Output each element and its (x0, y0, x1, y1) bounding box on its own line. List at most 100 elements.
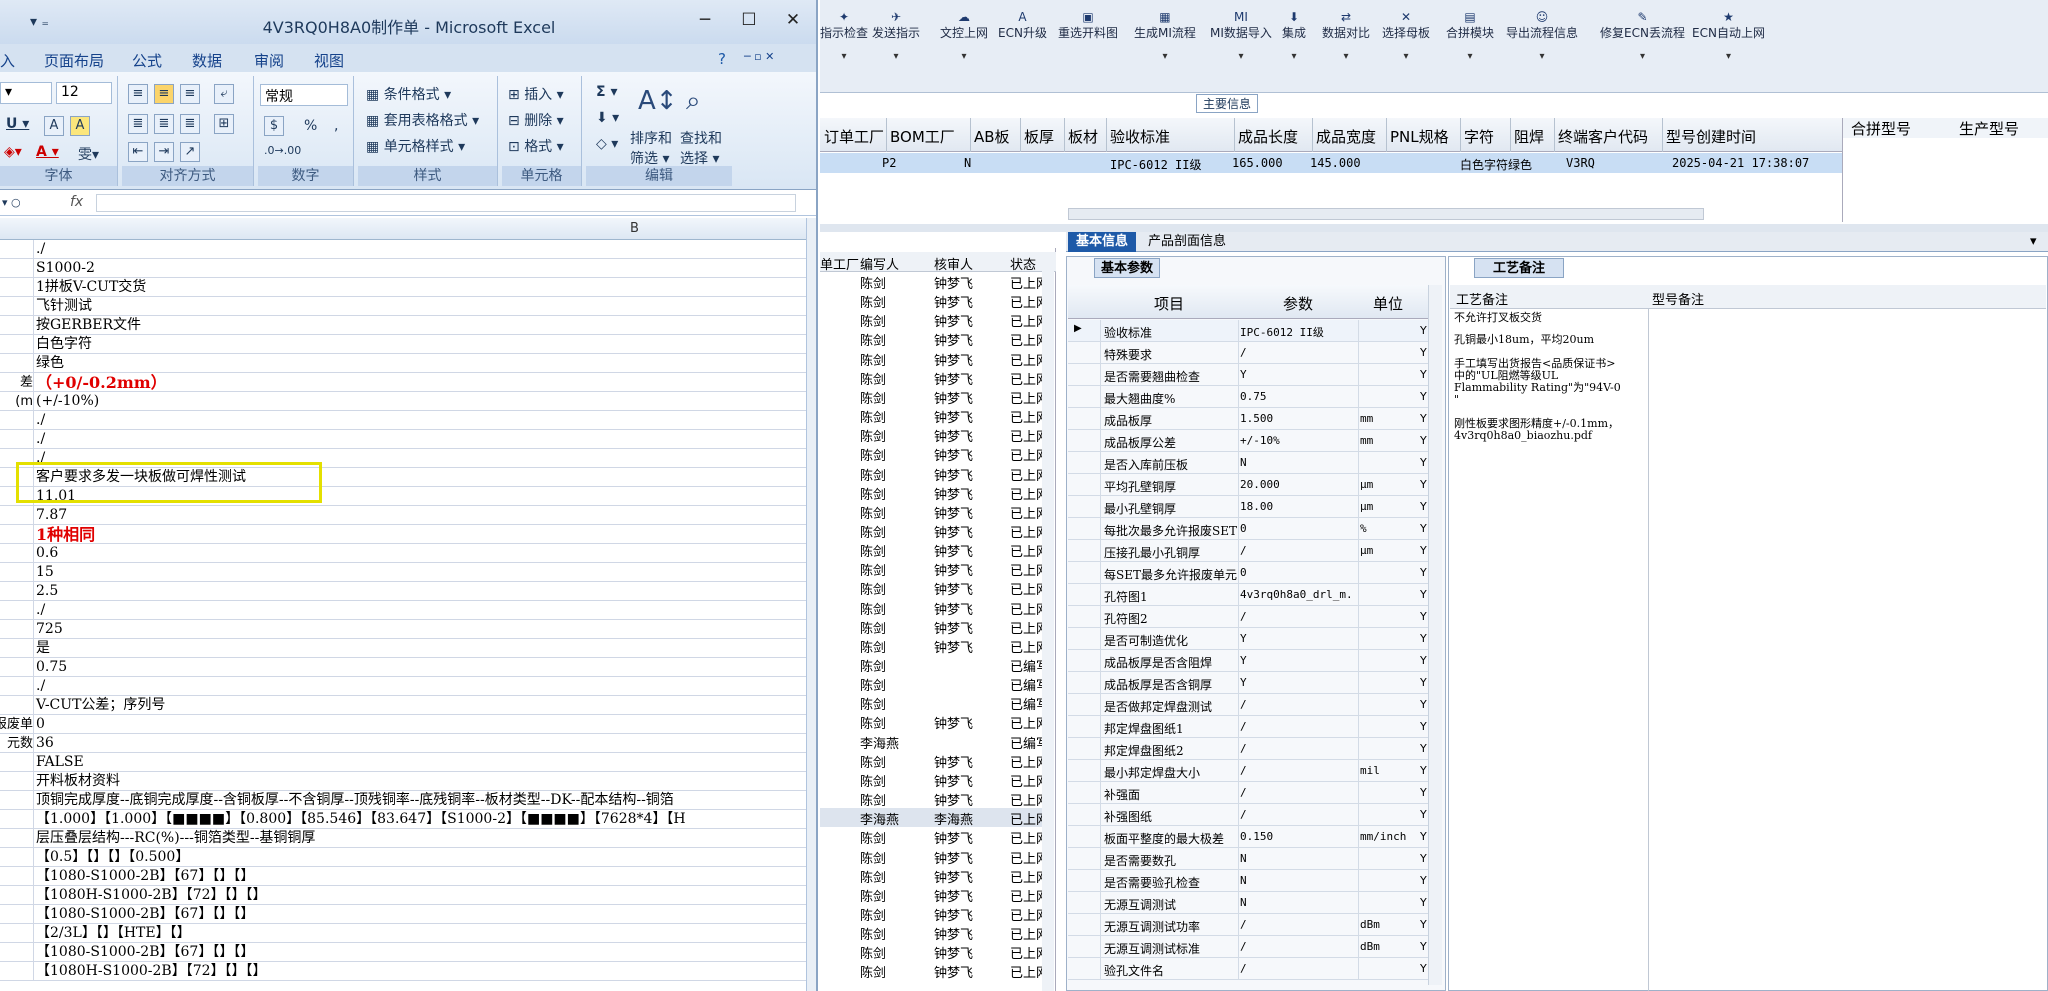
cell-a[interactable] (0, 582, 34, 601)
cell-b[interactable]: V-CUT公差；序列号 (36, 696, 165, 715)
param-value[interactable]: / (1240, 918, 1350, 931)
tab-insert[interactable]: 入 (0, 50, 15, 71)
sheet-row[interactable]: 【1080-S1000-2B】【67】【】【】 (0, 905, 806, 924)
cell-b[interactable]: 1种相同 (36, 525, 95, 544)
param-value[interactable]: Y (1240, 676, 1350, 689)
param-row[interactable]: 是否做邦定焊盘测试 / Y (1068, 694, 1428, 716)
main-value-cell[interactable]: V3RQ (1566, 156, 1595, 170)
list-item[interactable]: 陈剑 钟梦飞 已上网 (820, 464, 1044, 484)
param-row[interactable]: 成品板厚公差 +/-10% mm Y (1068, 430, 1428, 452)
sheet-row[interactable]: S1000-2 (0, 259, 806, 278)
dropdown-arrow-icon[interactable]: ▾ (820, 51, 868, 62)
list-item[interactable]: 陈剑 钟梦飞 已上网 (820, 961, 1044, 981)
param-value[interactable]: 0.75 (1240, 390, 1350, 403)
increase-indent-icon[interactable]: ⇥ (154, 142, 174, 162)
param-row[interactable]: 无源互调测试 N Y (1068, 892, 1428, 914)
fill-color-icon[interactable]: ◈▾ (4, 144, 22, 160)
list-item[interactable]: 陈剑 钟梦飞 已上网 (820, 578, 1044, 598)
cell-a[interactable] (0, 525, 34, 544)
cell-a[interactable] (0, 354, 34, 373)
toolbar-button[interactable]: ✕ 选择母板 ▾ (1382, 10, 1430, 62)
sheet-row[interactable]: V-CUT公差；序列号 (0, 696, 806, 715)
cell-a[interactable] (0, 924, 34, 943)
grow-font-icon[interactable]: A (44, 116, 64, 136)
cell-b[interactable]: 【1080-S1000-2B】【67】【】【】 (36, 943, 254, 962)
param-value[interactable]: / (1240, 610, 1350, 623)
cell-b[interactable]: 【0.5】【】【】【0.500】 (36, 848, 189, 867)
cell-a[interactable] (0, 829, 34, 848)
param-value[interactable]: +/-10% (1240, 434, 1350, 447)
toolbar-button[interactable]: ★ ECN自动上网 ▾ (1692, 10, 1765, 62)
fx-icon[interactable]: fx (70, 194, 83, 210)
cell-b[interactable]: 1拼板V-CUT交货 (36, 278, 146, 297)
tab-section-info[interactable]: 产品剖面信息 (1140, 232, 1234, 252)
cell-b[interactable]: （+0/-0.2mm） (36, 373, 167, 392)
param-value[interactable]: N (1240, 874, 1350, 887)
list-item[interactable]: 陈剑 钟梦飞 已上网 (820, 406, 1044, 426)
formula-input[interactable] (96, 194, 796, 212)
cell-a[interactable] (0, 753, 34, 772)
param-row[interactable]: 成品板厚 1.500 mm Y (1068, 408, 1428, 430)
dropdown-arrow-icon[interactable]: ▾ (1210, 51, 1272, 62)
cell-a[interactable]: 元数 (0, 734, 34, 753)
sheet-row[interactable]: 【1080-S1000-2B】【67】【】【】 (0, 943, 806, 962)
main-header-cell[interactable]: BOM工厂 (890, 126, 955, 147)
list-item[interactable]: 陈剑 钟梦飞 已上网 (820, 329, 1044, 349)
toolbar-button[interactable]: ☁ 文控上网 ▾ (940, 10, 988, 62)
dropdown-arrow-icon[interactable]: ▾ (1382, 51, 1430, 62)
accounting-icon[interactable]: $ (264, 116, 284, 136)
sheet-row[interactable]: 0.6 (0, 544, 806, 563)
name-box-dropdown[interactable]: ▾ ○ (2, 196, 21, 209)
cell-b[interactable]: 【1.000】【1.000】【■■■■】【0.800】【85.546】【83.6… (36, 810, 686, 829)
column-b-header[interactable]: B (630, 221, 639, 236)
main-value-cell[interactable]: 绿色 (1508, 156, 1532, 173)
param-value[interactable]: 1.500 (1240, 412, 1350, 425)
param-value[interactable]: Y (1240, 632, 1350, 645)
toolbar-button[interactable]: ✈ 发送指示 ▾ (872, 10, 920, 62)
param-value[interactable]: N (1240, 852, 1350, 865)
sheet-row[interactable]: 报废单0 (0, 715, 806, 734)
param-row[interactable]: 每批次最多允许报废SET 0% Y (1068, 518, 1428, 540)
list-item[interactable]: 陈剑 钟梦飞 已上网 (820, 368, 1044, 388)
main-value-cell[interactable]: P2 (882, 156, 896, 170)
param-row[interactable]: 成品板厚是否含铜厚 Y Y (1068, 672, 1428, 694)
param-row[interactable]: 特殊要求 / Y (1068, 342, 1428, 364)
toolbar-button[interactable]: ✦ 指示检查 ▾ (820, 10, 868, 62)
sheet-row[interactable]: 白色字符 (0, 335, 806, 354)
fill-icon[interactable]: ⬇ ▾ (596, 110, 619, 126)
param-row[interactable]: 是否需要数孔 N Y (1068, 848, 1428, 870)
cell-a[interactable] (0, 962, 34, 981)
cell-a[interactable] (0, 810, 34, 829)
sheet-row[interactable]: 【0.5】【】【】【0.500】 (0, 848, 806, 867)
sheet-row[interactable]: ./ (0, 411, 806, 430)
sheet-row[interactable]: 是 (0, 639, 806, 658)
cell-a[interactable]: 差 (0, 373, 34, 392)
list-item[interactable]: 陈剑 钟梦飞 已上网 (820, 425, 1044, 445)
tab-view[interactable]: 视图 (314, 50, 344, 71)
cell-b[interactable]: 【1080H-S1000-2B】【72】【】【】 (36, 962, 267, 981)
dropdown-arrow-icon[interactable]: ▾ (1282, 51, 1306, 62)
help-icon[interactable]: ? (718, 50, 726, 68)
main-grid-row[interactable]: P2 N IPC-6012 II级 165.000 145.000 白色字符 绿色 V3RQ 2… (820, 153, 1842, 173)
param-value[interactable]: 0.150 (1240, 830, 1350, 843)
cell-a[interactable] (0, 601, 34, 620)
phonetic-icon[interactable]: 雯▾ (78, 144, 99, 164)
list-item[interactable]: 陈剑 钟梦飞 已上网 (820, 885, 1044, 905)
list-item[interactable]: 陈剑 已编写 (820, 693, 1044, 713)
toolbar-button[interactable]: ▦ 生成MI流程 ▾ (1134, 10, 1196, 62)
param-value[interactable]: / (1240, 764, 1350, 777)
param-row[interactable]: 压接孔最小孔铜厚 / μm Y (1068, 540, 1428, 562)
cell-a[interactable] (0, 772, 34, 791)
cell-a[interactable] (0, 297, 34, 316)
list-item[interactable]: 陈剑 钟梦飞 已上网 (820, 349, 1044, 369)
sort-filter-button[interactable]: 排序和 筛选 ▾ (630, 128, 672, 168)
close-button[interactable]: ✕ (776, 10, 810, 30)
cell-a[interactable]: m) (0, 392, 34, 411)
maximize-button[interactable]: ☐ (732, 10, 766, 30)
cell-b[interactable]: FALSE (36, 753, 84, 772)
toolbar-button[interactable]: ▤ 合拼模块 ▾ (1446, 10, 1494, 62)
main-value-cell[interactable]: 165.000 (1232, 156, 1283, 170)
main-h-scrollbar[interactable] (1068, 208, 1704, 220)
param-value[interactable]: / (1240, 720, 1350, 733)
cell-a[interactable] (0, 544, 34, 563)
